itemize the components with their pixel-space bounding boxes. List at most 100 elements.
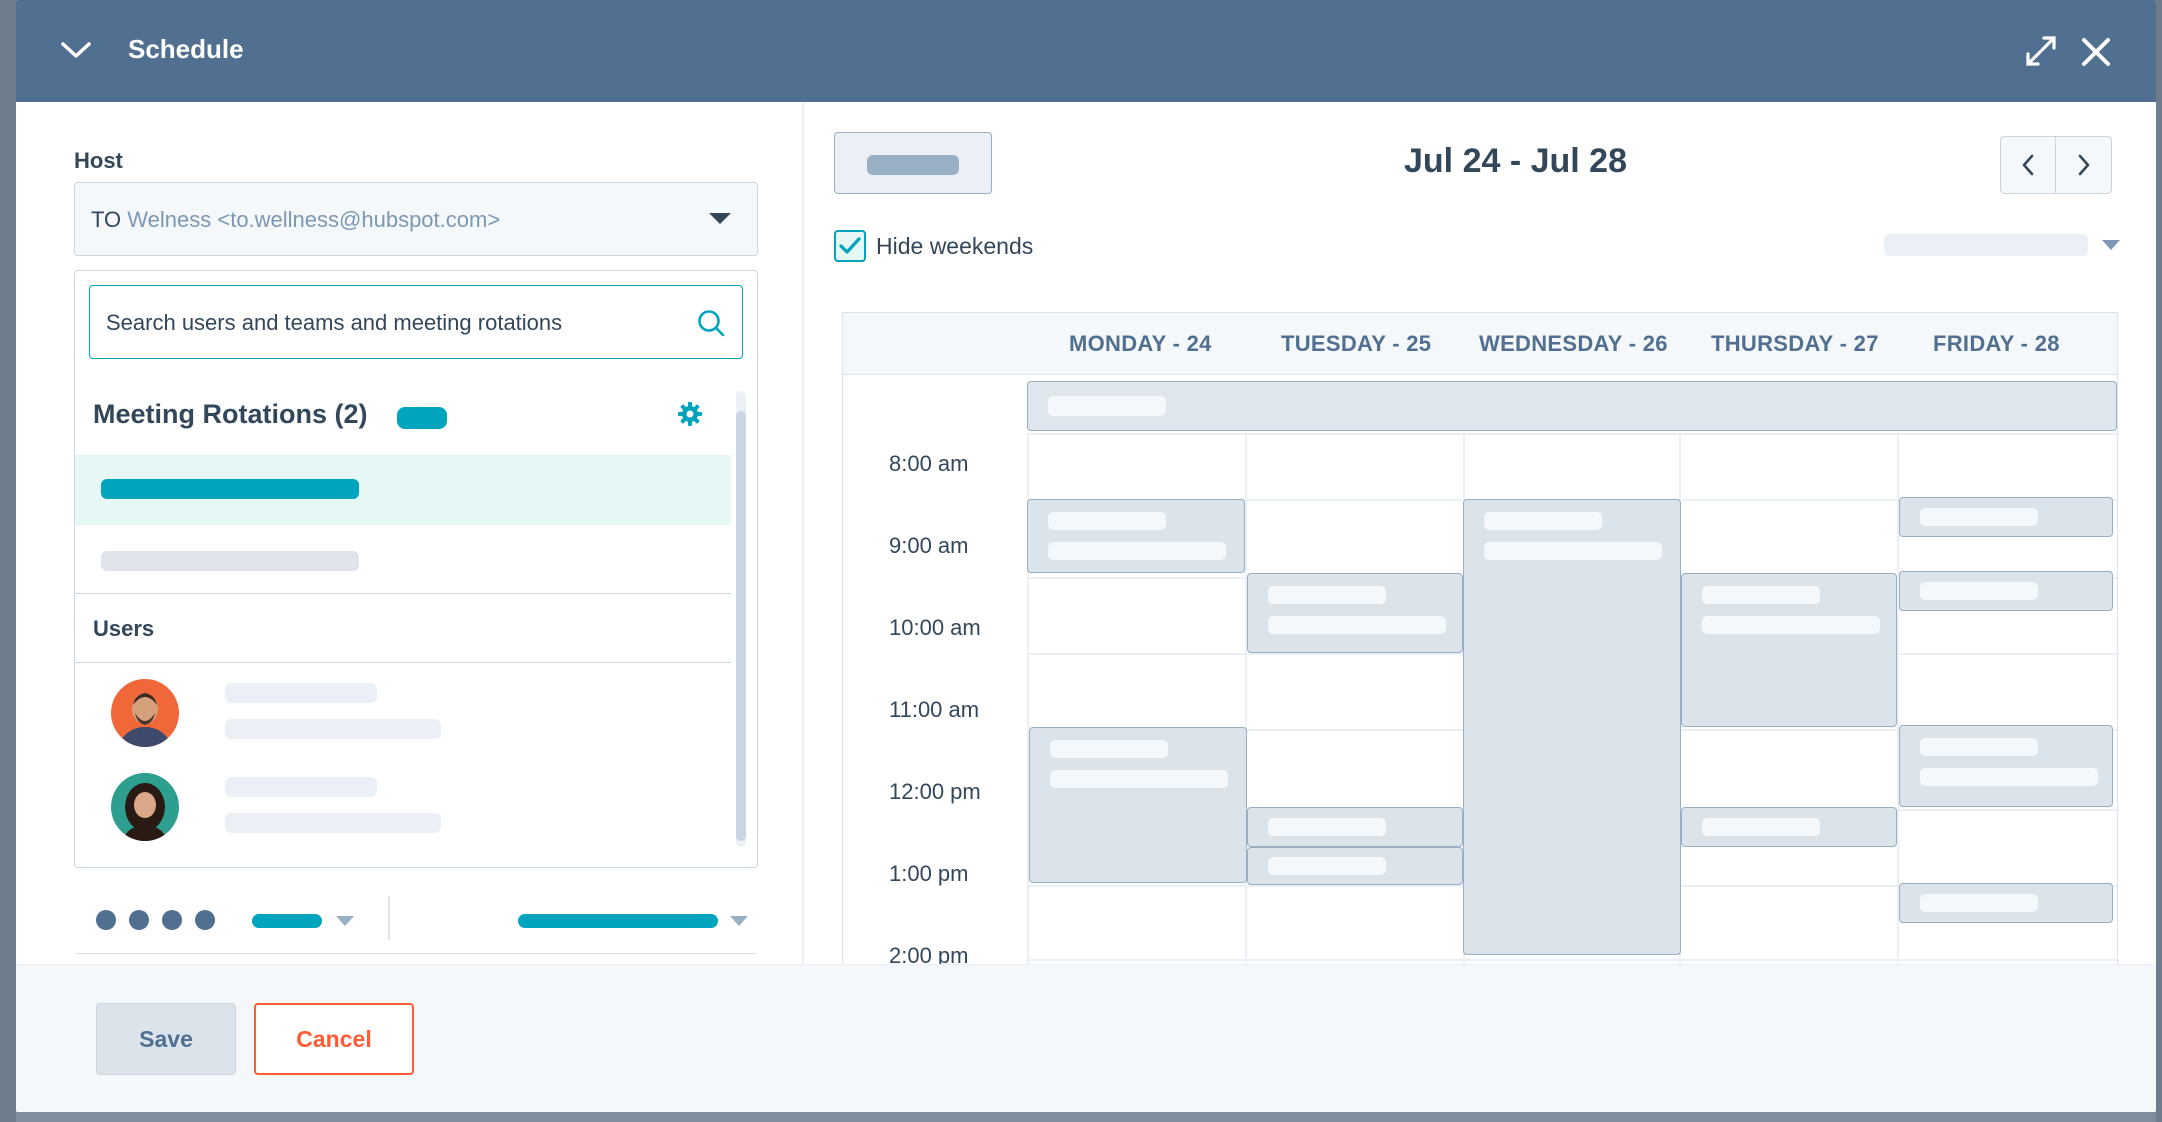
all-day-event[interactable] — [1027, 381, 2117, 431]
calendar-panel: Jul 24 - Jul 28 Hide weekends MONDAY - 2… — [804, 102, 2156, 964]
avatar — [111, 679, 179, 747]
dot — [96, 910, 116, 930]
calendar-event[interactable] — [1899, 883, 2113, 923]
event-title-placeholder — [1920, 738, 2038, 756]
event-detail-placeholder — [1048, 542, 1226, 560]
host-dropdown-panel: Search users and teams and meeting rotat… — [74, 270, 758, 868]
chevron-down-icon[interactable] — [336, 916, 354, 926]
host-panel: Host TO Welness <to.wellness@hubspot.com… — [16, 102, 804, 964]
checkmark-icon — [839, 237, 861, 254]
event-detail-placeholder — [1484, 542, 1662, 560]
prev-week-button[interactable] — [2001, 137, 2057, 193]
calendar-event[interactable] — [1027, 499, 1245, 573]
calendar-event[interactable] — [1681, 807, 1897, 847]
calendar-event[interactable] — [1899, 497, 2113, 537]
scrollbar-thumb[interactable] — [736, 411, 746, 841]
view-select[interactable] — [1884, 234, 2088, 256]
event-title-placeholder — [1702, 818, 1820, 836]
option-link-a[interactable] — [252, 914, 322, 928]
week-navigation — [2000, 136, 2112, 194]
option-link-b[interactable] — [518, 914, 718, 928]
date-range-title: Jul 24 - Jul 28 — [1404, 142, 1627, 180]
modal-title: Schedule — [128, 34, 244, 64]
calendar-event[interactable] — [1899, 725, 2113, 807]
hour-line — [1027, 433, 2117, 435]
calendar-event[interactable] — [1029, 727, 1247, 883]
schedule-modal: Schedule Host TO Welness <to.wellness@hu… — [16, 0, 2156, 1112]
calendar-header: MONDAY - 24 TUESDAY - 25 WEDNESDAY - 26 … — [843, 313, 2117, 375]
modal-footer: Save Cancel — [16, 964, 2156, 1112]
time-label: 2:00 pm — [889, 943, 969, 964]
today-button[interactable] — [834, 132, 992, 194]
user-name-placeholder — [225, 683, 377, 703]
calendar-event[interactable] — [1899, 571, 2113, 611]
chevron-down-icon[interactable] — [2102, 240, 2120, 250]
host-email: Welness <to.wellness@hubspot.com> — [127, 207, 501, 232]
backdrop-right-edge — [2156, 0, 2162, 1122]
host-initials: TO — [91, 207, 122, 232]
event-detail-placeholder — [1268, 616, 1446, 634]
day-header-thursday: THURSDAY - 27 — [1711, 331, 1879, 356]
next-week-button[interactable] — [2056, 137, 2111, 193]
collapse-chevron-icon[interactable] — [56, 32, 96, 68]
rotation-item[interactable] — [75, 525, 731, 595]
hide-weekends-label: Hide weekends — [876, 232, 1034, 259]
expand-icon[interactable] — [2024, 34, 2058, 68]
event-title-placeholder — [1268, 857, 1386, 875]
list-scrollbar[interactable] — [736, 391, 746, 847]
save-button[interactable]: Save — [96, 1003, 236, 1075]
chevron-down-icon[interactable] — [709, 213, 731, 224]
user-item[interactable] — [75, 761, 731, 853]
day-header-wednesday: WEDNESDAY - 26 — [1479, 331, 1668, 356]
event-title-placeholder — [1920, 582, 2038, 600]
time-label: 9:00 am — [889, 533, 969, 558]
time-label: 1:00 pm — [889, 861, 969, 886]
hour-line — [1027, 959, 2117, 961]
rotation-name-placeholder — [101, 551, 359, 571]
event-detail-placeholder — [1050, 770, 1228, 788]
cancel-button[interactable]: Cancel — [254, 1003, 414, 1075]
calendar-event[interactable] — [1463, 499, 1681, 955]
pagination-dots — [96, 910, 215, 930]
host-select[interactable]: TO Welness <to.wellness@hubspot.com> — [74, 182, 758, 256]
time-label: 12:00 pm — [889, 779, 981, 804]
calendar-event[interactable] — [1681, 573, 1897, 727]
event-title-placeholder — [1920, 894, 2038, 912]
event-detail-placeholder — [1702, 616, 1880, 634]
event-title-placeholder — [1920, 508, 2038, 526]
day-column-line — [1245, 433, 1247, 964]
week-calendar: MONDAY - 24 TUESDAY - 25 WEDNESDAY - 26 … — [842, 312, 2118, 964]
divider — [388, 896, 390, 940]
chevron-down-icon[interactable] — [730, 916, 748, 926]
chevron-left-icon — [2022, 154, 2034, 176]
day-header-tuesday: TUESDAY - 25 — [1281, 331, 1432, 356]
rotation-name-placeholder — [101, 479, 359, 499]
host-options-row — [74, 884, 758, 954]
event-title-placeholder — [1050, 740, 1168, 758]
user-item[interactable] — [75, 667, 731, 759]
rotation-item-selected[interactable] — [75, 455, 731, 525]
host-label: Host — [74, 148, 123, 173]
day-header-monday: MONDAY - 24 — [1069, 331, 1212, 356]
backdrop-left-edge — [0, 0, 16, 1122]
user-email-placeholder — [225, 719, 441, 739]
gear-icon[interactable] — [677, 401, 703, 427]
event-title-placeholder — [1048, 396, 1166, 416]
dot — [162, 910, 182, 930]
close-icon[interactable] — [2078, 34, 2114, 70]
event-title-placeholder — [1484, 512, 1602, 530]
hide-weekends-toggle[interactable]: Hide weekends — [834, 230, 1033, 262]
today-label-placeholder — [867, 155, 959, 175]
time-label: 8:00 am — [889, 451, 969, 476]
calendar-event[interactable] — [1247, 573, 1463, 653]
rotations-title: Meeting Rotations (2) — [93, 399, 368, 429]
user-email-placeholder — [225, 813, 441, 833]
search-icon[interactable] — [696, 308, 726, 338]
users-title: Users — [93, 616, 155, 641]
calendar-event[interactable] — [1247, 847, 1463, 885]
calendar-event[interactable] — [1247, 807, 1463, 847]
search-input[interactable]: Search users and teams and meeting rotat… — [89, 285, 743, 359]
hide-weekends-checkbox[interactable] — [834, 230, 866, 262]
avatar — [111, 773, 179, 841]
dot — [195, 910, 215, 930]
